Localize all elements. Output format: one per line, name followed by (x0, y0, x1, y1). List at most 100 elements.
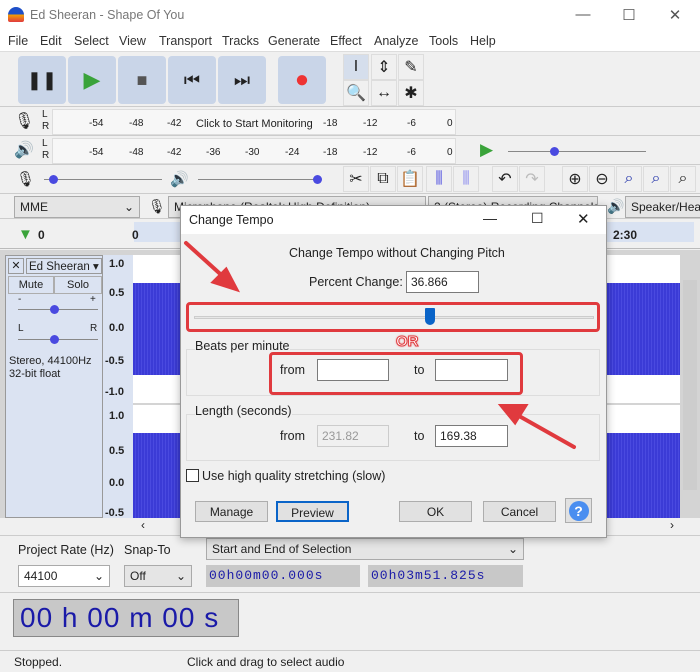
help-button[interactable]: ? (565, 498, 592, 523)
title-bar: Ed Sheeran - Shape Of You — ☐ ✕ (0, 0, 700, 30)
manage-button[interactable]: Manage (195, 501, 268, 522)
silence-audio-icon[interactable]: ⫼ (453, 166, 479, 192)
length-to-input[interactable]: 169.38 (435, 425, 508, 447)
r-label: R (42, 150, 50, 161)
gain-minus-label: - (18, 294, 22, 305)
dialog-close-button[interactable]: ✕ (577, 210, 590, 228)
menu-analyze[interactable]: Analyze (374, 34, 418, 48)
project-rate-select[interactable]: 44100 ⌄ (18, 565, 110, 587)
menu-generate[interactable]: Generate (268, 34, 320, 48)
zoom-tool-icon[interactable]: 🔍 (343, 80, 369, 106)
record-button[interactable]: ● (278, 56, 326, 104)
ok-button[interactable]: OK (399, 501, 472, 522)
maximize-button[interactable]: ☐ (614, 6, 644, 26)
close-track-button[interactable]: ✕ (8, 258, 24, 274)
play-speed-thumb[interactable] (550, 147, 559, 156)
dialog-maximize-button[interactable]: ☐ (531, 210, 544, 227)
bpm-to-input[interactable] (435, 359, 508, 381)
menu-help[interactable]: Help (470, 34, 496, 48)
bpm-from-input[interactable] (317, 359, 389, 381)
scale-label: -0.5 (105, 355, 124, 367)
pinned-play-head-icon[interactable]: ▼ (18, 226, 33, 243)
menu-transport[interactable]: Transport (159, 34, 212, 48)
percent-change-slider-thumb[interactable] (425, 308, 435, 325)
record-meter[interactable]: -54 -48 -42 Click to Start Monitoring -1… (52, 109, 456, 135)
play-button[interactable]: ▶ (68, 56, 116, 104)
gain-thumb[interactable] (50, 305, 59, 314)
solo-button[interactable]: Solo (54, 276, 102, 294)
track-name-menu[interactable]: Ed Sheeran ▾ (26, 258, 102, 274)
audio-position-display[interactable]: 00 h 00 m 00 s (13, 599, 239, 637)
meter-tick: -30 (245, 147, 260, 158)
vertical-scrollbar[interactable] (683, 280, 697, 490)
envelope-tool-icon[interactable]: ⇕ (371, 54, 397, 80)
cut-icon[interactable]: ✂ (343, 166, 369, 192)
trim-audio-icon[interactable]: ⫼ (426, 166, 452, 192)
zoom-in-icon[interactable]: ⊕ (562, 166, 588, 192)
snap-to-value: Off (130, 569, 146, 583)
zoom-out-icon[interactable]: ⊖ (589, 166, 615, 192)
meter-tick: -48 (129, 147, 144, 158)
draw-tool-icon[interactable]: ✎ (398, 54, 424, 80)
pan-thumb[interactable] (50, 335, 59, 344)
scroll-left-icon[interactable]: ‹ (141, 518, 145, 532)
fit-selection-icon[interactable]: ⌕ (616, 166, 642, 192)
timeshift-tool-icon[interactable]: ↔ (371, 80, 397, 106)
window-title: Ed Sheeran - Shape Of You (30, 8, 185, 22)
menu-tools[interactable]: Tools (429, 34, 458, 48)
zoom-toggle-icon[interactable]: ⌕ (670, 166, 696, 192)
microphone-icon: 🎙 (148, 198, 166, 214)
record-volume-thumb[interactable] (49, 175, 58, 184)
meter-tick: -12 (363, 118, 378, 129)
multi-tool-icon[interactable]: ✱ (398, 80, 424, 106)
selection-mode-select[interactable]: Start and End of Selection ⌄ (206, 538, 524, 560)
pause-button[interactable]: ❚❚ (18, 56, 66, 104)
close-button[interactable]: ✕ (660, 6, 690, 26)
play-volume-thumb[interactable] (313, 175, 322, 184)
scroll-right-icon[interactable]: › (670, 518, 674, 532)
high-quality-checkbox[interactable] (186, 469, 199, 482)
stop-button[interactable]: ■ (118, 56, 166, 104)
undo-icon[interactable]: ↶ (492, 166, 518, 192)
menu-view[interactable]: View (119, 34, 146, 48)
meter-tick: -18 (323, 118, 338, 129)
skip-to-start-button[interactable]: ⏮ (168, 56, 216, 104)
mute-button[interactable]: Mute (8, 276, 54, 294)
dialog-minimize-button[interactable]: — (483, 210, 497, 226)
menu-effect[interactable]: Effect (330, 34, 362, 48)
percent-change-input[interactable]: 36.866 (406, 271, 479, 293)
audio-host-select[interactable]: MME ⌄ (14, 196, 140, 218)
percent-change-slider[interactable] (194, 316, 594, 319)
start-monitoring-prompt[interactable]: Click to Start Monitoring (196, 118, 313, 130)
play-at-speed-button[interactable]: ▶ (480, 140, 493, 160)
project-rate-label: Project Rate (Hz) (18, 543, 114, 557)
scale-label: 1.0 (109, 410, 125, 422)
record-volume-slider[interactable] (44, 179, 162, 180)
snap-to-select[interactable]: Off ⌄ (124, 565, 192, 587)
selection-end-time[interactable]: 00h03m51.825s (368, 565, 523, 587)
play-speed-slider[interactable] (508, 151, 646, 152)
preview-button[interactable]: Preview (276, 501, 349, 522)
microphone-icon: 🎙 (14, 113, 35, 130)
menu-tracks[interactable]: Tracks (222, 34, 259, 48)
redo-icon[interactable]: ↷ (519, 166, 545, 192)
menu-file[interactable]: File (8, 34, 28, 48)
cancel-button[interactable]: Cancel (483, 501, 556, 522)
menu-edit[interactable]: Edit (40, 34, 62, 48)
skip-to-end-button[interactable]: ⏭ (218, 56, 266, 104)
play-volume-slider[interactable] (198, 179, 318, 180)
menu-select[interactable]: Select (74, 34, 109, 48)
l-label: L (42, 138, 48, 149)
paste-icon[interactable]: 📋 (397, 166, 423, 192)
minimize-button[interactable]: — (568, 6, 598, 26)
fit-project-icon[interactable]: ⌕ (643, 166, 669, 192)
selection-start-time[interactable]: 00h00m00.000s (206, 565, 360, 587)
selection-tool-icon[interactable]: I (343, 54, 369, 80)
selection-toolbar: Project Rate (Hz) Snap-To Start and End … (0, 535, 700, 591)
track-format: Stereo, 44100Hz (9, 355, 92, 367)
play-meter[interactable]: -54 -48 -42 -36 -30 -24 -18 -12 -6 0 (52, 138, 456, 164)
copy-icon[interactable]: ⧉ (370, 166, 396, 192)
meter-tick: -42 (167, 118, 182, 129)
speaker-icon: 🔊 (14, 142, 34, 159)
playback-device-select[interactable]: Speaker/Hea (625, 196, 700, 218)
